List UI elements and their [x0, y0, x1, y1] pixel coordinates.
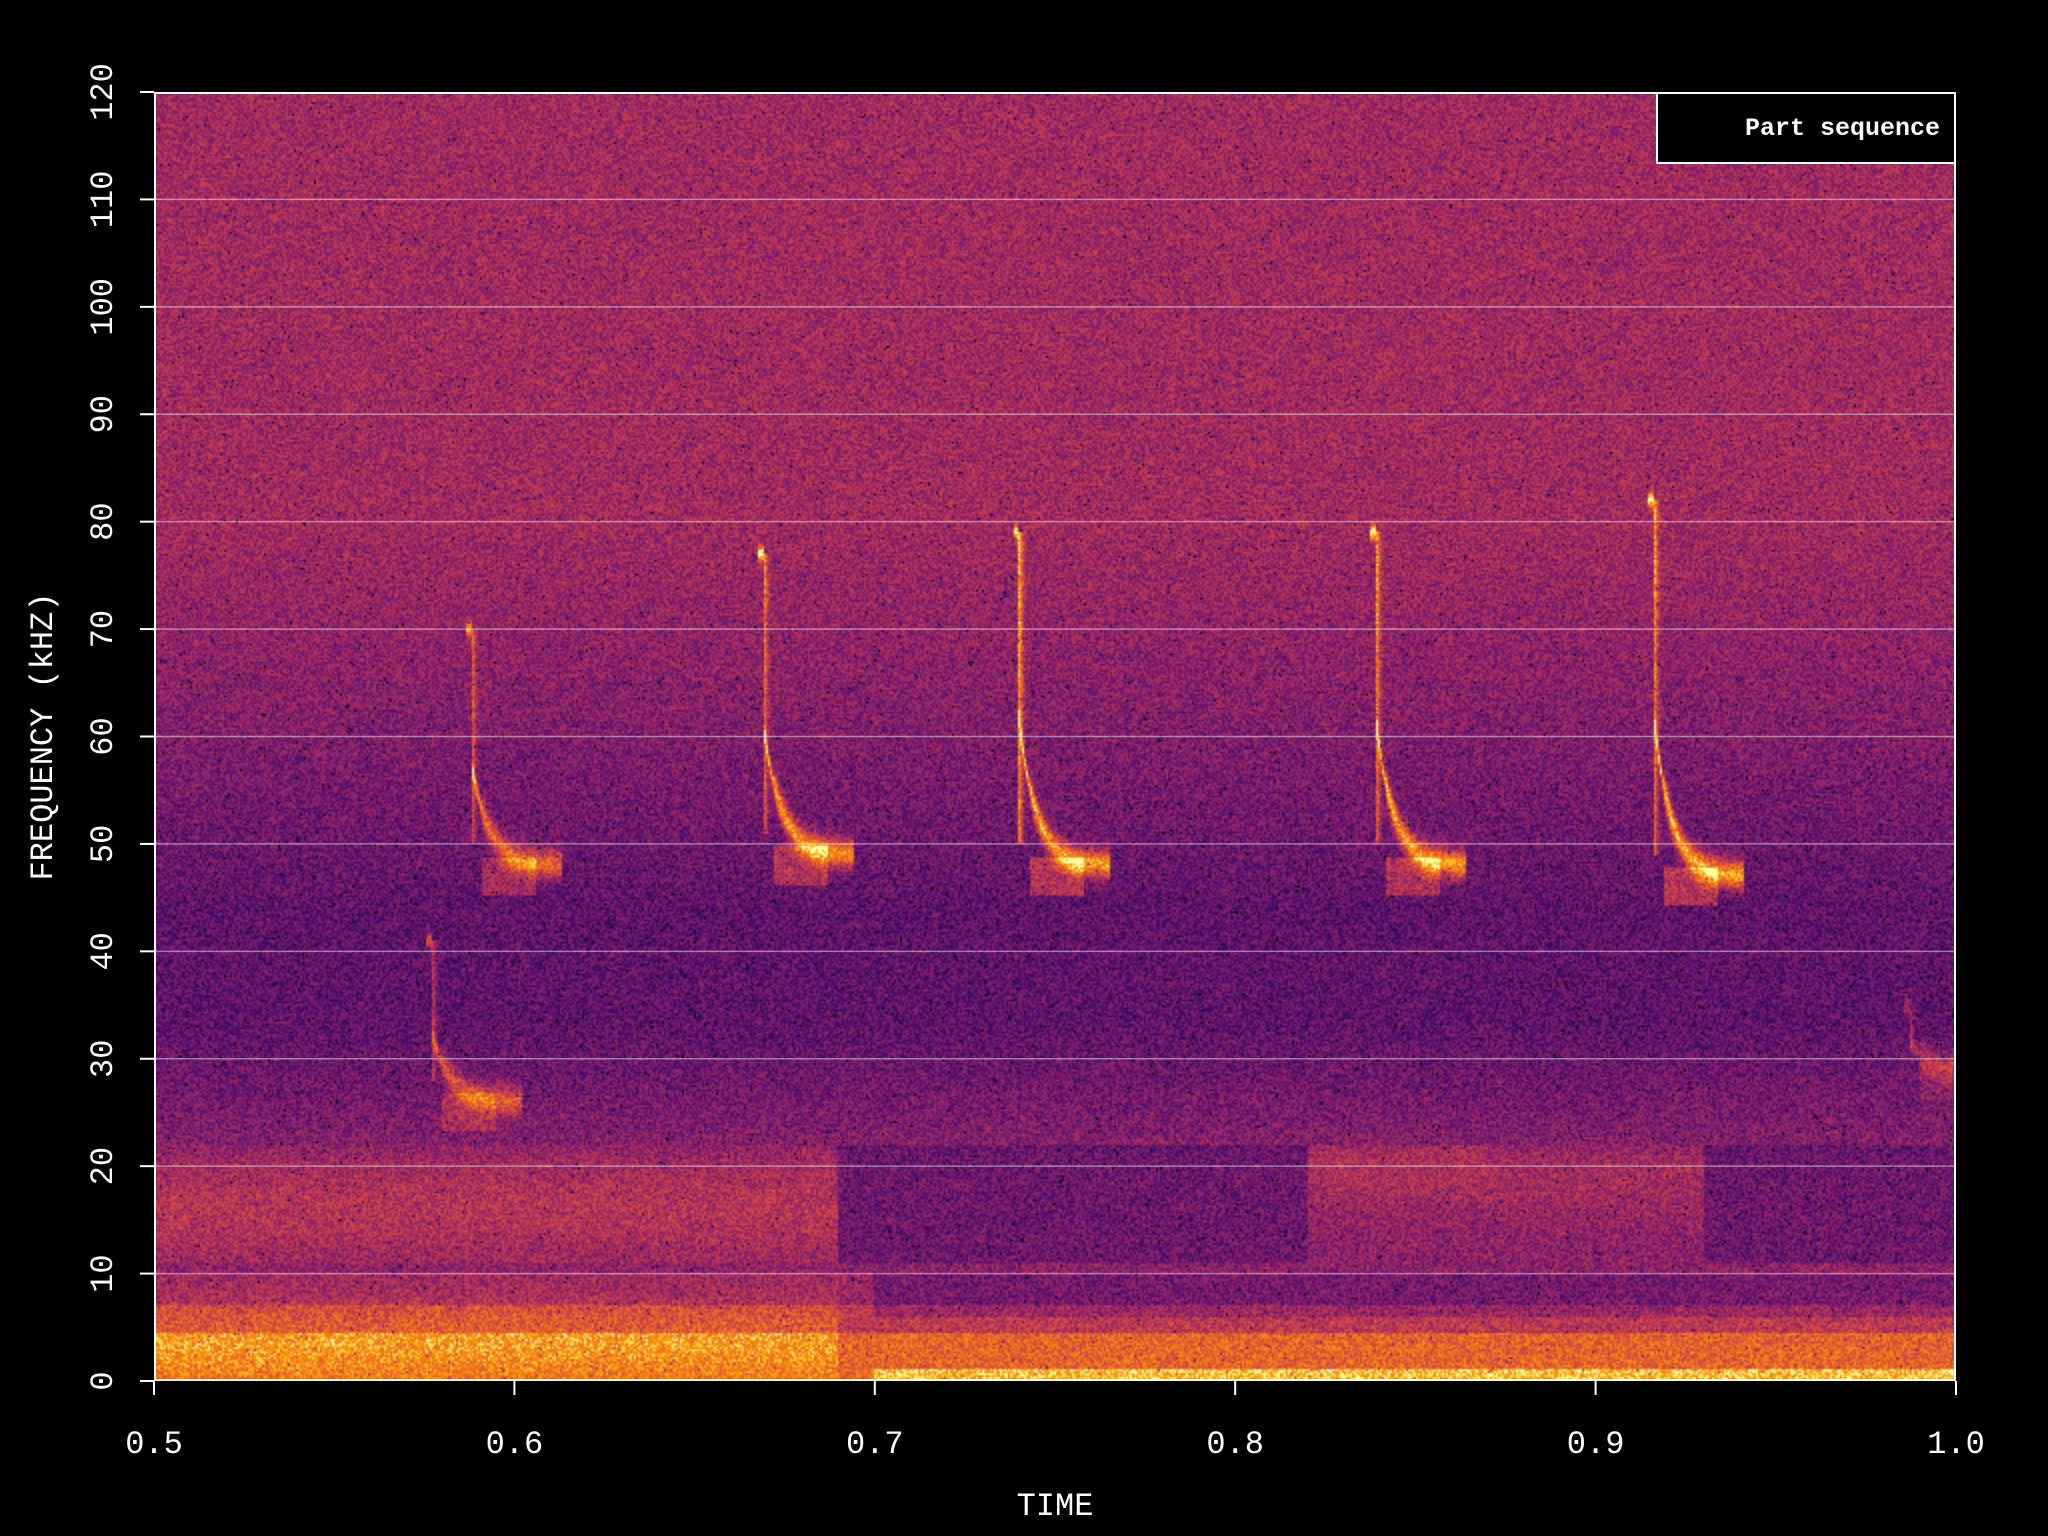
- y-tick-label: 60: [85, 717, 122, 755]
- y-tick-label: 90: [85, 395, 122, 433]
- x-axis-title: TIME: [1017, 1488, 1094, 1525]
- y-tick-label: 40: [85, 932, 122, 970]
- y-tick-label: 100: [85, 278, 122, 336]
- y-tick-label: 70: [85, 610, 122, 648]
- legend-label: Part sequence: [1744, 113, 1940, 143]
- y-tick-label: 10: [85, 1254, 122, 1292]
- y-tick-label: 50: [85, 825, 122, 863]
- x-tick-label: 0.9: [1567, 1426, 1625, 1463]
- x-tick-label: 0.7: [846, 1426, 904, 1463]
- y-tick-label: 20: [85, 1147, 122, 1185]
- x-tick-label: 1.0: [1927, 1426, 1985, 1463]
- legend: Part sequence: [1656, 92, 1956, 164]
- y-axis-title: FREQUENCY (kHZ): [25, 592, 62, 880]
- y-tick-label: 80: [85, 502, 122, 540]
- y-tick-label: 110: [85, 171, 122, 229]
- y-tick-label: 30: [85, 1040, 122, 1078]
- x-tick-label: 0.8: [1206, 1426, 1264, 1463]
- x-tick-label: 0.6: [486, 1426, 544, 1463]
- axes-overlay: 0 10 20 30 40 50 60 70 80 90 100 110 120 0.5 0.6 0.7 0.8…: [25, 63, 1985, 1525]
- x-tick-label: 0.5: [125, 1426, 183, 1463]
- y-tick-label: 120: [85, 63, 122, 121]
- spectrogram-figure: 0 10 20 30 40 50 60 70 80 90 100 110 120 0.5 0.6 0.7 0.8…: [0, 0, 2048, 1536]
- y-tick-label: 0: [85, 1371, 122, 1390]
